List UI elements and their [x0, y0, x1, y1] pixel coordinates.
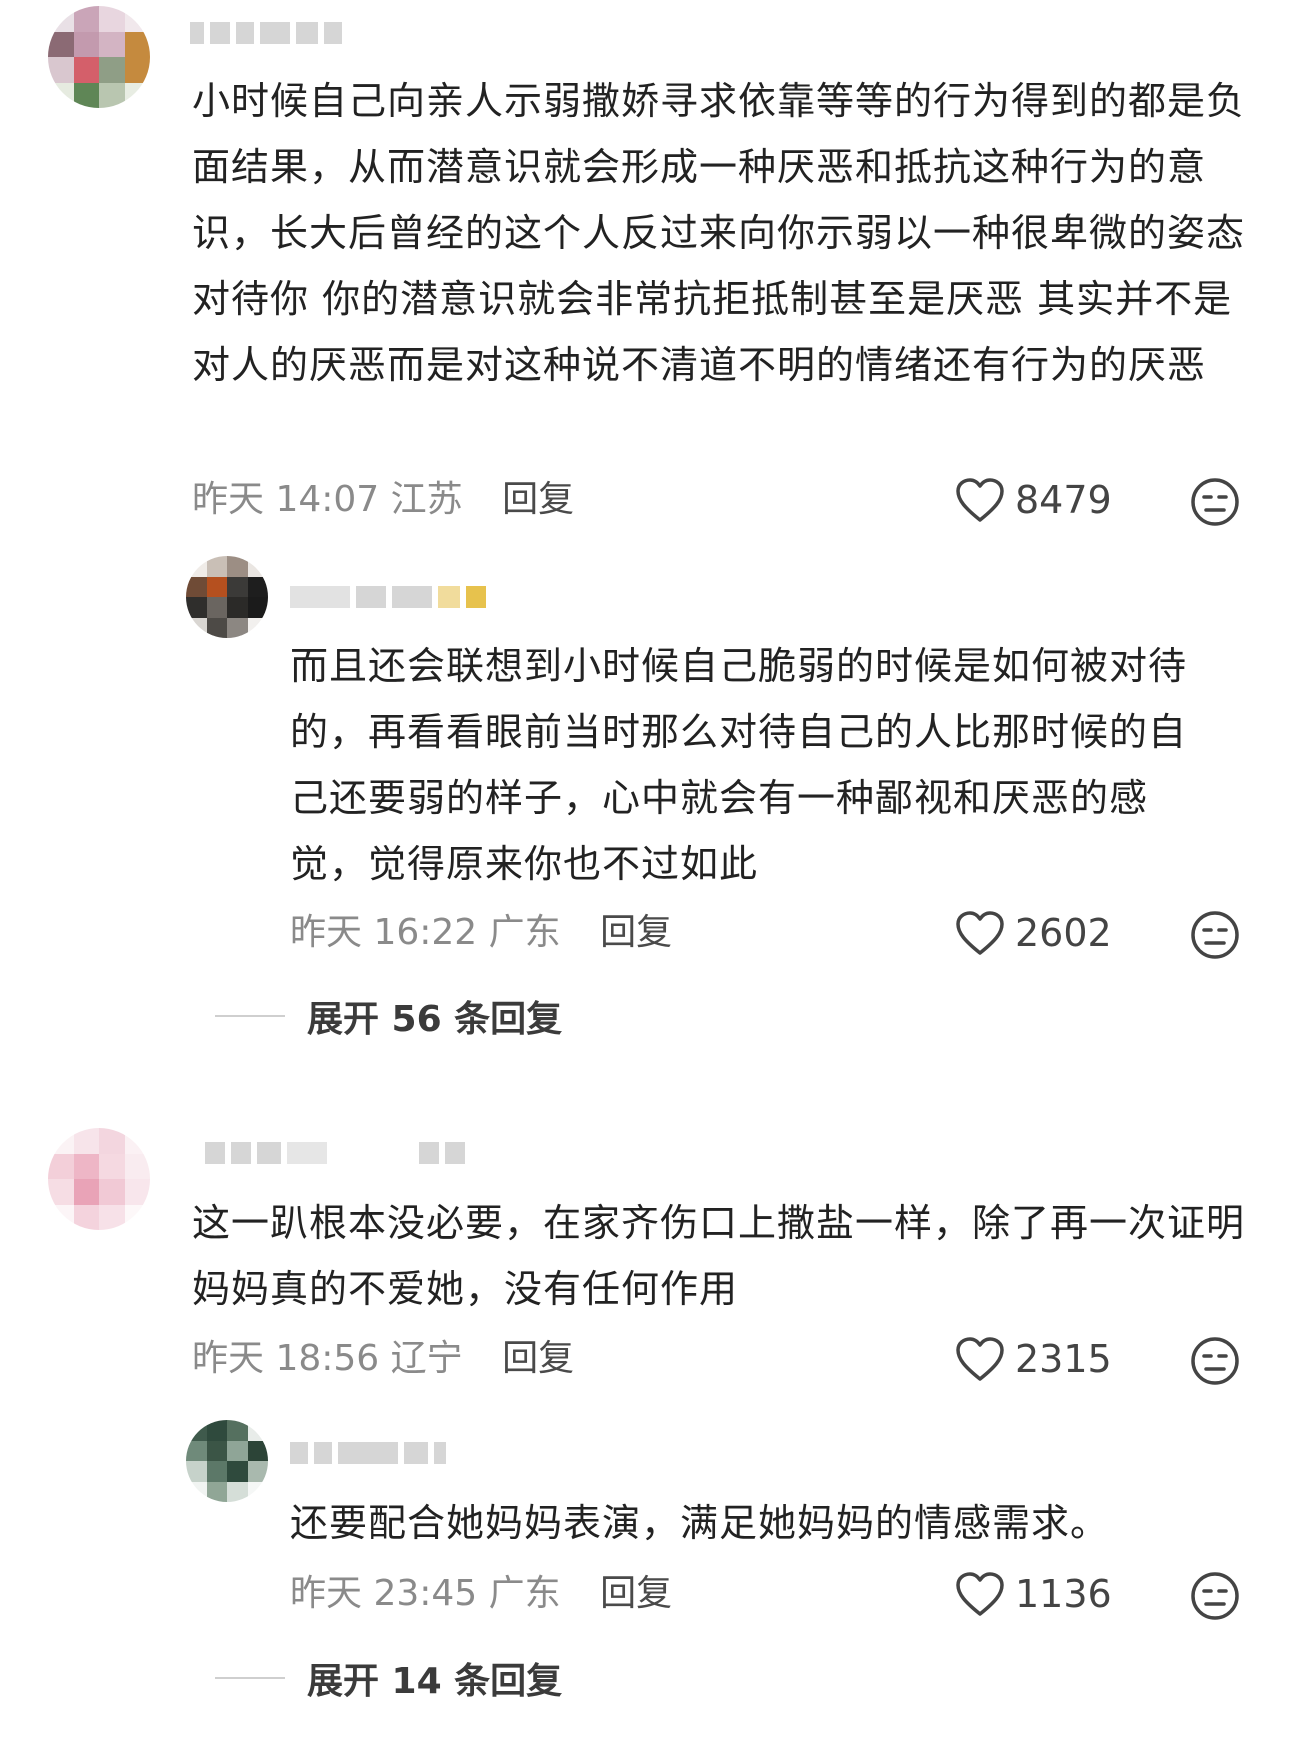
username[interactable]	[190, 18, 342, 48]
reply-button[interactable]: 回复	[600, 1573, 672, 1614]
neutral-face-icon[interactable]	[1190, 1571, 1240, 1621]
location: 广东	[488, 1573, 561, 1614]
location: 广东	[488, 912, 561, 953]
like-button[interactable]: 8479	[955, 476, 1112, 524]
timestamp: 昨天 18:56	[192, 1338, 380, 1379]
reply-meta: 昨天 23:45 广东 回复	[290, 1570, 672, 1618]
heart-outline-icon	[955, 1336, 1005, 1382]
like-button[interactable]: 2315	[955, 1335, 1112, 1383]
heart-outline-icon	[955, 477, 1005, 523]
divider	[215, 1677, 285, 1679]
comment-meta: 昨天 18:56 辽宁 回复	[192, 1335, 574, 1383]
location: 辽宁	[390, 1338, 463, 1379]
timestamp: 昨天 16:22	[290, 912, 478, 953]
timestamp: 昨天 14:07	[192, 479, 380, 520]
comment-text: 小时候自己向亲人示弱撒娇寻求依靠等等的行为得到的都是负面结果，从而潜意识就会形成…	[192, 79, 1246, 387]
reply-text: 而且还会联想到小时候自己脆弱的时候是如何被对待的，再看看眼前当时那么对待自己的人…	[290, 644, 1188, 886]
reply-button[interactable]: 回复	[502, 479, 574, 520]
expand-replies-button[interactable]: 展开 56 条回复	[215, 990, 562, 1042]
username[interactable]	[290, 582, 486, 612]
like-count: 2602	[1015, 911, 1112, 955]
neutral-face-icon[interactable]	[1190, 1336, 1240, 1386]
like-count: 1136	[1015, 1572, 1112, 1616]
comment-text: 这一趴根本没必要，在家齐伤口上撒盐一样，除了再一次证明妈妈真的不爱她，没有任何作…	[192, 1201, 1246, 1311]
reply-button[interactable]: 回复	[600, 912, 672, 953]
avatar[interactable]	[48, 1128, 150, 1230]
comment-meta: 昨天 14:07 江苏 回复	[192, 476, 574, 524]
neutral-face-icon[interactable]	[1190, 477, 1240, 527]
like-button[interactable]: 1136	[955, 1570, 1112, 1618]
heart-outline-icon	[955, 910, 1005, 956]
like-count: 8479	[1015, 478, 1112, 522]
neutral-face-icon[interactable]	[1190, 910, 1240, 960]
reply-text: 还要配合她妈妈表演，满足她妈妈的情感需求。	[290, 1501, 1110, 1545]
divider	[215, 1015, 285, 1017]
location: 江苏	[390, 479, 463, 520]
expand-label: 展开 14 条回复	[307, 1661, 563, 1702]
expand-replies-button[interactable]: 展开 14 条回复	[215, 1652, 562, 1704]
reply-button[interactable]: 回复	[502, 1338, 574, 1379]
username[interactable]	[290, 1438, 446, 1468]
reply-meta: 昨天 16:22 广东 回复	[290, 909, 672, 957]
timestamp: 昨天 23:45	[290, 1573, 478, 1614]
expand-label: 展开 56 条回复	[307, 999, 563, 1040]
username[interactable]	[205, 1138, 465, 1168]
like-button[interactable]: 2602	[955, 909, 1112, 957]
heart-outline-icon	[955, 1571, 1005, 1617]
avatar[interactable]	[48, 6, 150, 108]
avatar[interactable]	[186, 556, 268, 638]
avatar[interactable]	[186, 1420, 268, 1502]
like-count: 2315	[1015, 1337, 1112, 1381]
